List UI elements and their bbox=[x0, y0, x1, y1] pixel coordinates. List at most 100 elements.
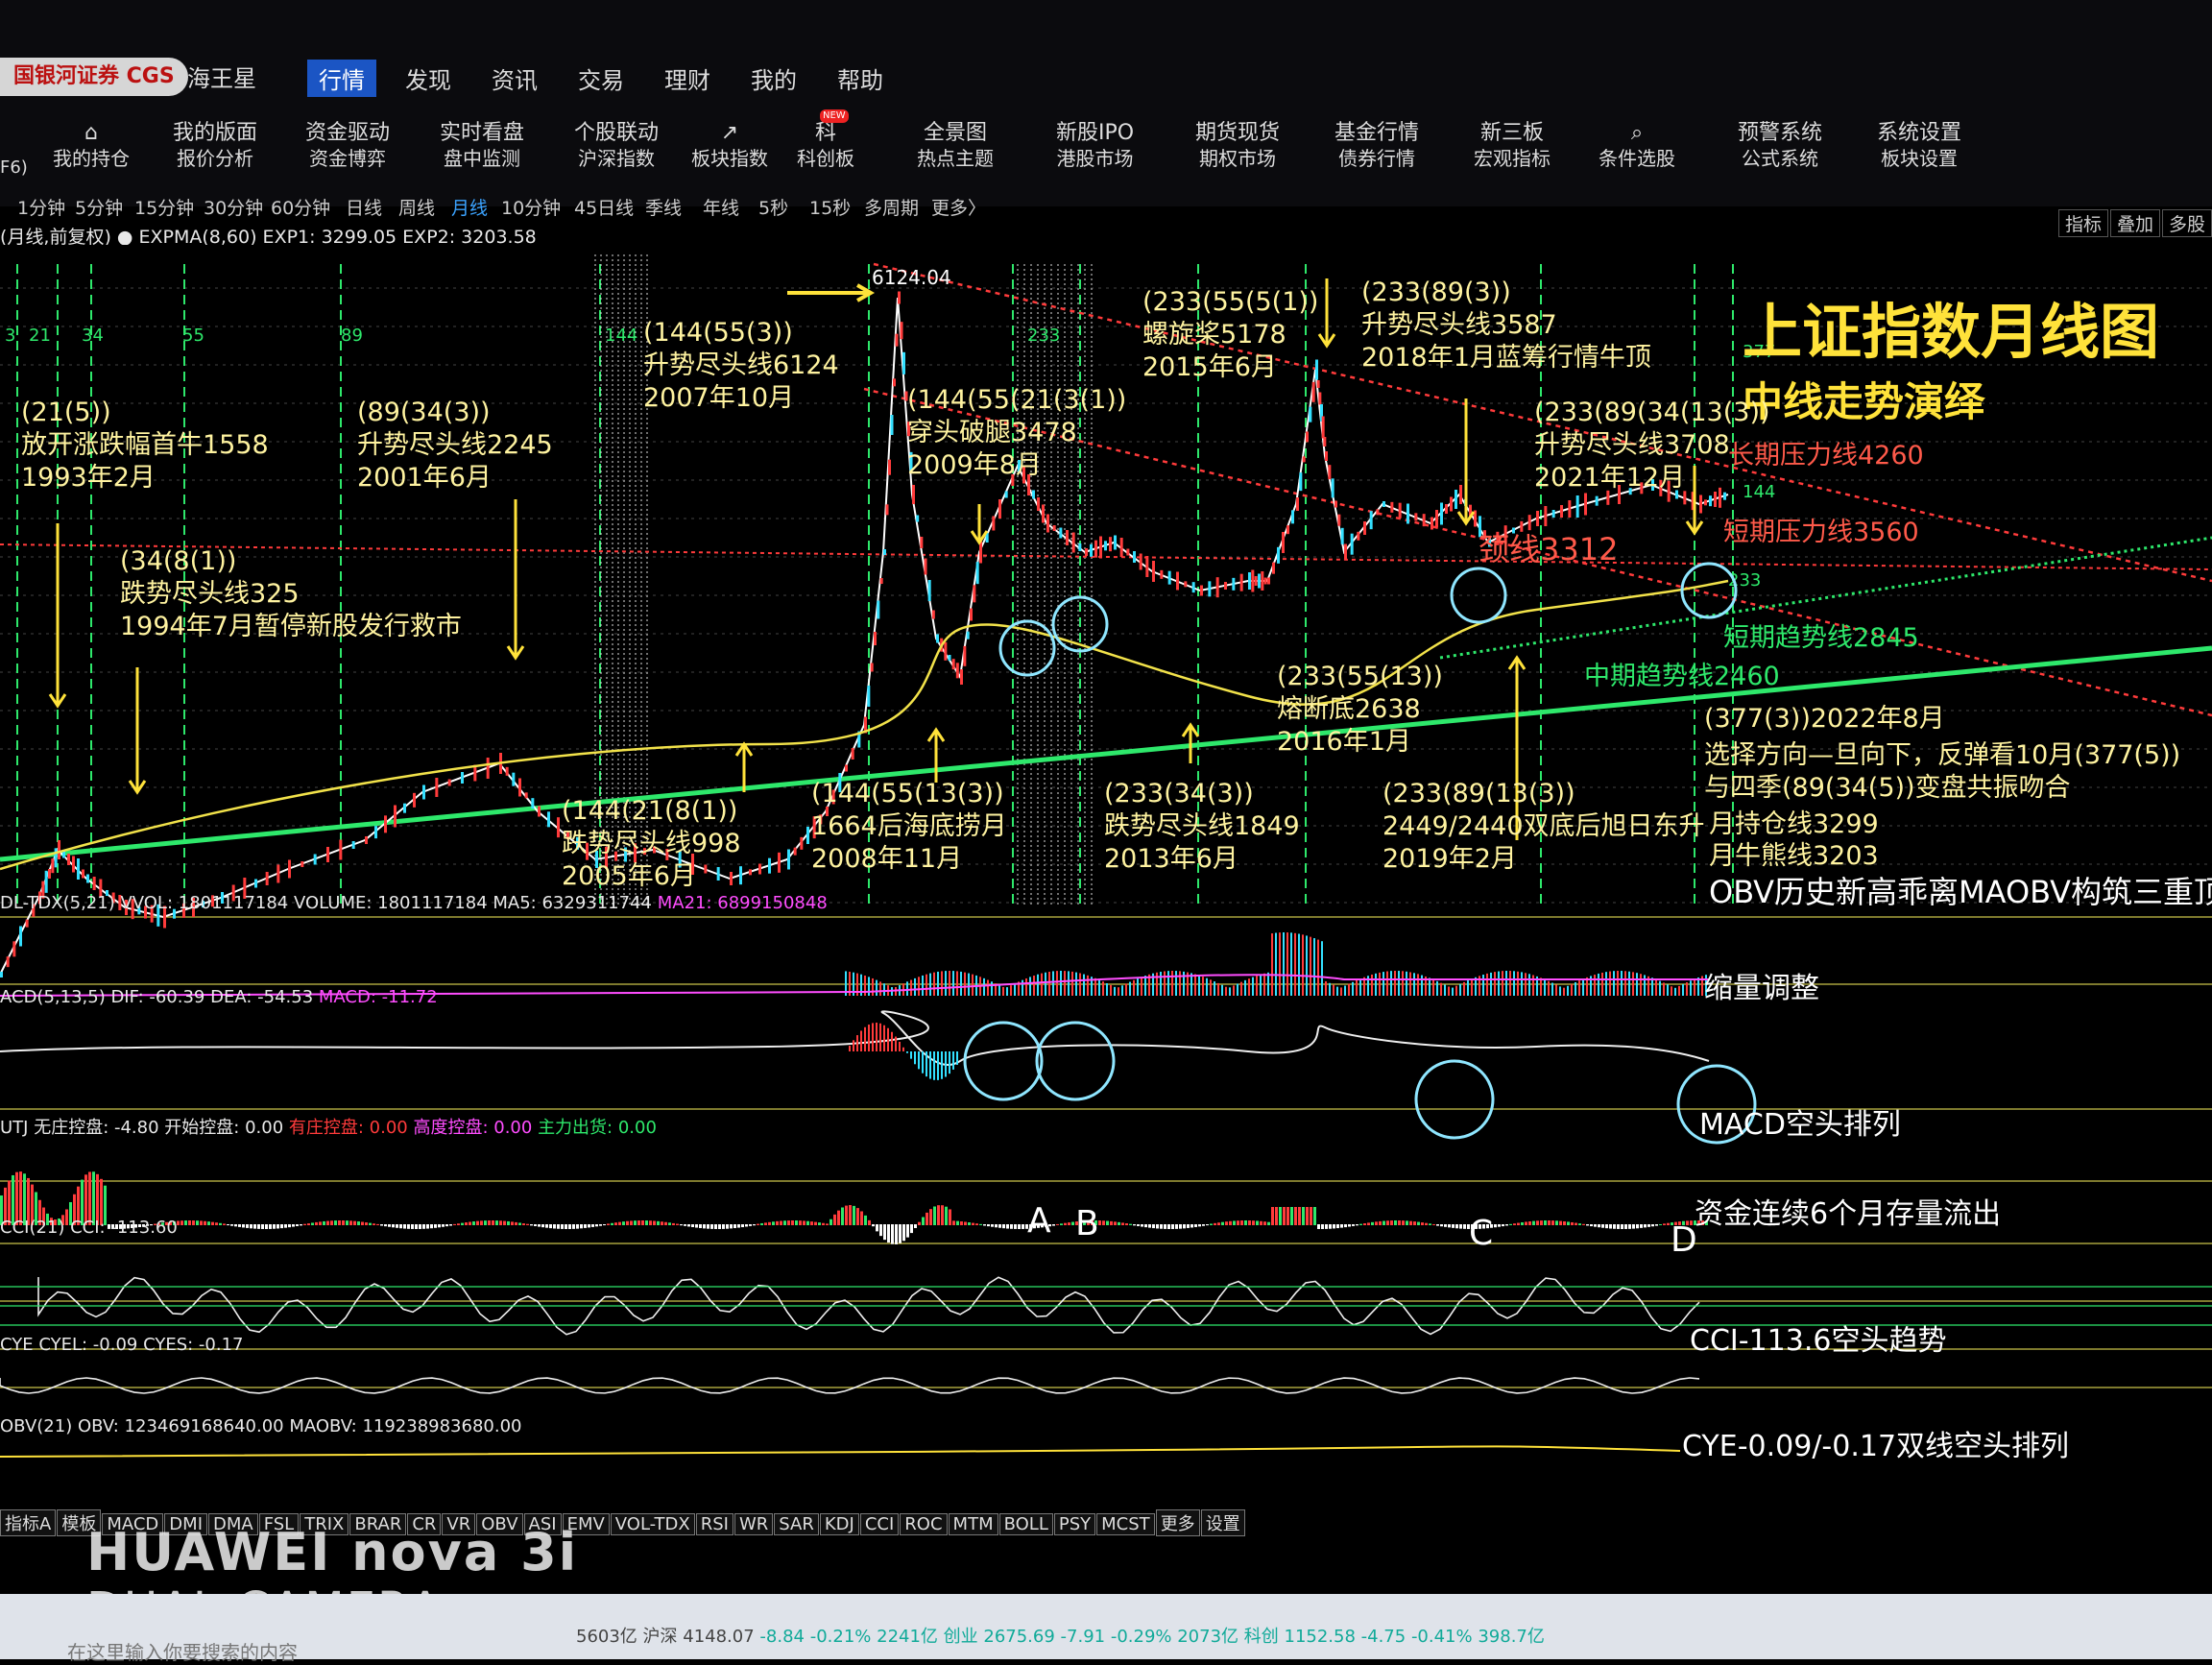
period-tab[interactable]: 月线 bbox=[451, 194, 488, 220]
fund-bar bbox=[1429, 1223, 1431, 1225]
volume-bar bbox=[1275, 932, 1277, 996]
fund-bar bbox=[453, 1223, 456, 1225]
fund-bar bbox=[1152, 1224, 1155, 1229]
fund-bar bbox=[837, 1210, 840, 1225]
period-tab[interactable]: 年线 bbox=[703, 194, 739, 220]
panel-value: 高度控盘: 0.00 bbox=[413, 1118, 539, 1138]
toolbar-item-top-label: 预警系统 bbox=[1738, 121, 1823, 145]
taskbar-search-input[interactable]: 在这里输入你要搜索的内容 bbox=[67, 1637, 298, 1665]
candle bbox=[730, 872, 733, 885]
indicator-tab[interactable]: MCST bbox=[1096, 1513, 1155, 1535]
indicator-tab[interactable]: KDJ bbox=[819, 1513, 859, 1535]
fund-bar bbox=[695, 1224, 698, 1228]
fund-bar bbox=[699, 1224, 702, 1228]
candle bbox=[1224, 582, 1227, 590]
period-tab[interactable]: 15分钟 bbox=[134, 194, 194, 220]
toolbar-item-13[interactable]: 预警系统 公式系统 bbox=[1738, 117, 1822, 175]
toolbar-item-10[interactable]: 基金行情 债券行情 bbox=[1334, 117, 1419, 175]
period-tab[interactable]: 5分钟 bbox=[75, 194, 123, 220]
indicator-tab[interactable]: SAR bbox=[774, 1513, 819, 1535]
period-tab[interactable]: 5秒 bbox=[758, 194, 788, 220]
period-tab[interactable]: 60分钟 bbox=[271, 194, 330, 220]
indicator-tab[interactable]: RSI bbox=[695, 1513, 733, 1535]
home-icon: ⌂ bbox=[84, 121, 98, 145]
period-tab[interactable]: 1分钟 bbox=[17, 194, 65, 220]
volume-bar bbox=[1310, 936, 1311, 996]
fund-bar bbox=[338, 1220, 341, 1225]
period-tab[interactable]: 日线 bbox=[346, 194, 382, 220]
fund-bar bbox=[1071, 1221, 1074, 1225]
fund-bar bbox=[845, 1205, 848, 1225]
candle bbox=[1382, 501, 1385, 507]
toolbar-item-0[interactable]: ⌂ 我的持仓 bbox=[53, 117, 130, 175]
candle bbox=[1316, 380, 1320, 388]
menu-3[interactable]: 交易 bbox=[566, 60, 636, 97]
period-tab[interactable]: 更多〉 bbox=[931, 194, 986, 220]
volume-bar bbox=[1521, 972, 1523, 996]
toolbar-item-8[interactable]: 新股IPO 港股市场 bbox=[1056, 117, 1134, 175]
indicator-tab[interactable]: MTM bbox=[948, 1513, 998, 1535]
indicator-tab[interactable]: 更多 bbox=[1155, 1509, 1200, 1536]
candle bbox=[1258, 573, 1261, 589]
period-tab[interactable]: 10分钟 bbox=[501, 194, 561, 220]
search-icon: ⌕ bbox=[1630, 121, 1644, 145]
volume-bar bbox=[1517, 971, 1519, 996]
menu-2[interactable]: 资讯 bbox=[480, 60, 549, 97]
period-tab[interactable]: 15秒 bbox=[809, 194, 851, 220]
toolbar-item-14[interactable]: 系统设置 板块设置 bbox=[1877, 117, 1961, 175]
indicator-tab[interactable]: BOLL bbox=[998, 1513, 1053, 1535]
fund-bar bbox=[1260, 1220, 1262, 1225]
toolbar-item-4[interactable]: 个股联动 沪深指数 bbox=[574, 117, 659, 175]
toolbar-item-7[interactable]: 全景图 热点主题 bbox=[917, 117, 994, 175]
fund-bar bbox=[1502, 1224, 1504, 1227]
fund-bar bbox=[357, 1221, 360, 1225]
panel-value: MACD: -11.72 bbox=[318, 987, 438, 1007]
indicator-tab[interactable]: WR bbox=[733, 1513, 774, 1535]
volume-bar bbox=[914, 977, 916, 996]
menu-6[interactable]: 帮助 bbox=[826, 60, 895, 97]
right-button[interactable]: 指标 bbox=[2057, 209, 2108, 237]
menu-0[interactable]: 行情 bbox=[307, 60, 376, 97]
fund-bar bbox=[1244, 1220, 1247, 1225]
indicator-tab[interactable]: CCI bbox=[859, 1513, 900, 1535]
fund-bar bbox=[184, 1220, 187, 1225]
indicator-tab[interactable]: VOL-TDX bbox=[610, 1513, 695, 1535]
abcd-marker: C bbox=[1469, 1214, 1494, 1253]
toolbar-item-1[interactable]: 我的版面 报价分析 bbox=[173, 117, 257, 175]
indicator-tab[interactable]: 设置 bbox=[1200, 1509, 1245, 1536]
candle bbox=[351, 841, 355, 849]
indicator-tab[interactable]: PSY bbox=[1053, 1513, 1096, 1535]
fund-bar bbox=[1647, 1224, 1650, 1227]
period-tab[interactable]: 45日线 bbox=[574, 194, 634, 220]
fund-bar bbox=[645, 1220, 648, 1225]
annotation-2005: 2005年6月 bbox=[562, 861, 696, 891]
right-button[interactable]: 叠加 bbox=[2109, 209, 2160, 237]
toolbar-item-2[interactable]: 资金驱动 资金博弈 bbox=[305, 117, 390, 175]
toolbar-item-6[interactable]: 科科创板 NEW bbox=[797, 109, 854, 175]
fib-number: 21 bbox=[29, 326, 51, 346]
period-tab[interactable]: 多周期 bbox=[864, 194, 919, 220]
volume-bar bbox=[1690, 980, 1692, 996]
candle bbox=[1133, 551, 1136, 563]
toolbar-item-5[interactable]: ↗ 板块指数 bbox=[691, 117, 768, 175]
fund-bar bbox=[841, 1207, 844, 1225]
toolbar-item-9[interactable]: 期货现货 期权市场 bbox=[1195, 117, 1280, 175]
volume-bar bbox=[1198, 975, 1200, 996]
period-tab[interactable]: 30分钟 bbox=[204, 194, 263, 220]
right-button[interactable]: 多股 bbox=[2161, 209, 2212, 237]
candle bbox=[1302, 456, 1306, 463]
indicator-tab[interactable]: ROC bbox=[900, 1513, 948, 1535]
menu-1[interactable]: 发现 bbox=[394, 60, 463, 97]
macd-bar bbox=[849, 1046, 851, 1051]
menu-4[interactable]: 理财 bbox=[653, 60, 722, 97]
toolbar-item-3[interactable]: 实时看盘 盘中监测 bbox=[440, 117, 524, 175]
candle bbox=[1407, 503, 1409, 524]
toolbar-item-11[interactable]: 新三板 宏观指标 bbox=[1474, 117, 1551, 175]
period-tab[interactable]: 季线 bbox=[645, 194, 682, 220]
fund-bar bbox=[1586, 1224, 1589, 1226]
fund-bar bbox=[1190, 1224, 1193, 1228]
period-tab[interactable]: 周线 bbox=[398, 194, 435, 220]
indicator-tab[interactable]: 指标A bbox=[0, 1509, 57, 1536]
toolbar-item-12[interactable]: ⌕ 条件选股 bbox=[1599, 117, 1675, 175]
menu-5[interactable]: 我的 bbox=[739, 60, 808, 97]
